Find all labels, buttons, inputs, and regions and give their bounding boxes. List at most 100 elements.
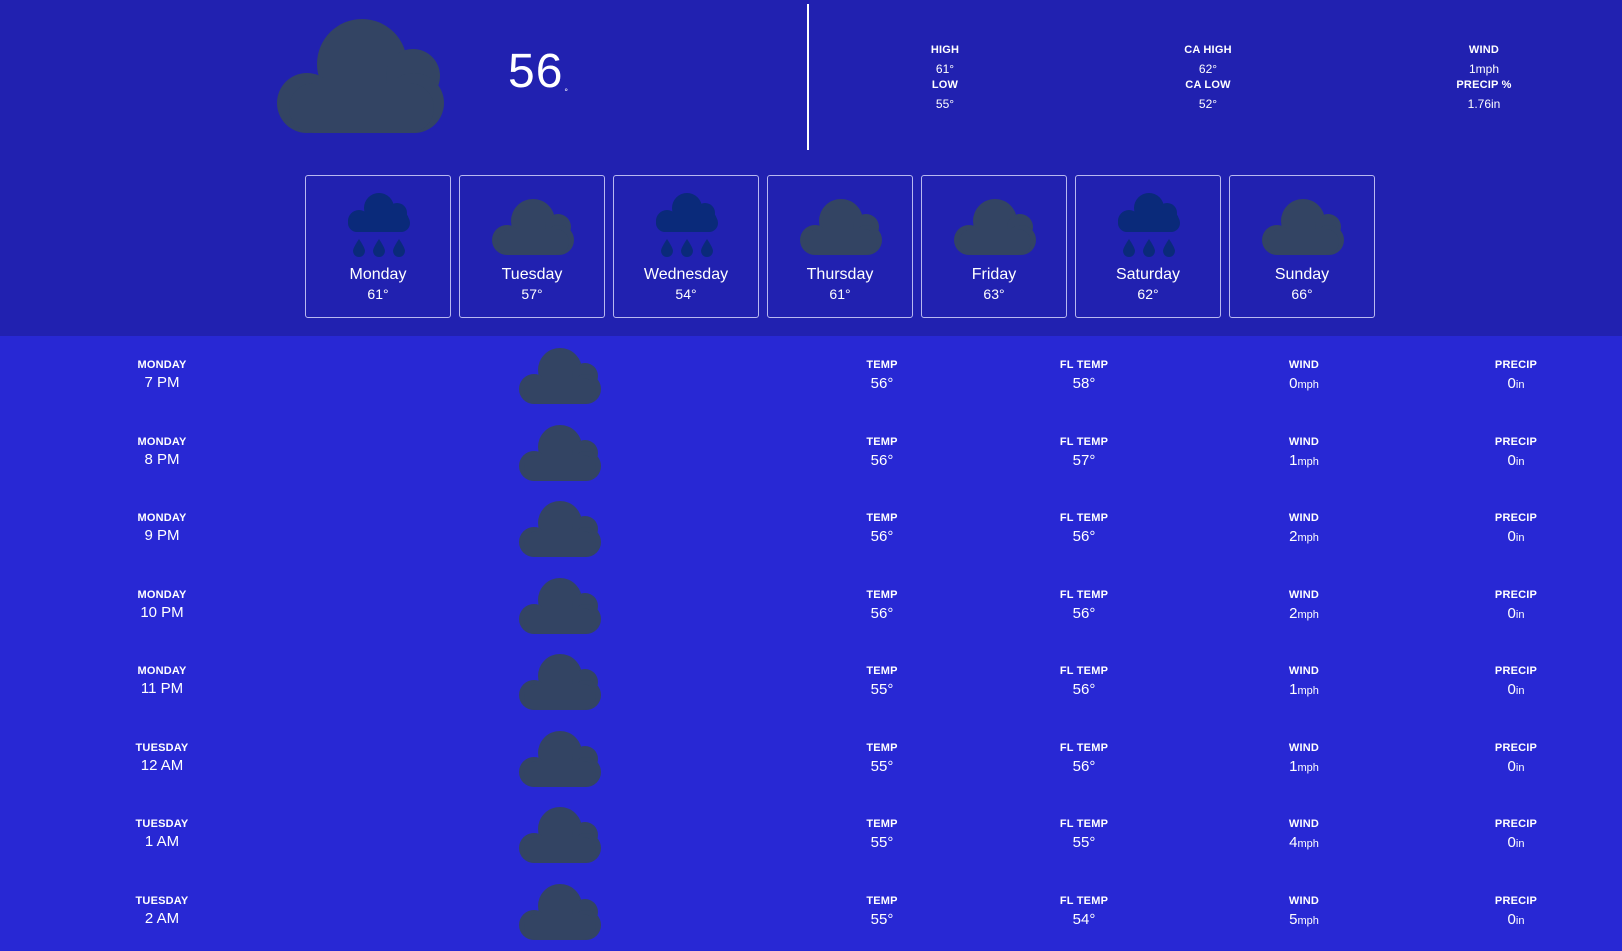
wind-label: WIND — [1288, 512, 1320, 524]
precip-value: 0 — [1507, 834, 1516, 851]
fl-temp-label: FL TEMP — [1059, 818, 1109, 830]
temp-value: 56° — [870, 604, 894, 622]
day-card-wednesday[interactable]: Wednesday 54° — [613, 175, 759, 318]
precip-label: PRECIP — [1494, 818, 1538, 830]
temp-value: 55° — [870, 834, 894, 851]
day-name: Friday — [971, 266, 1017, 283]
hour-time: TUESDAY 2 AM — [102, 895, 222, 926]
wind-unit: mph — [1297, 379, 1319, 391]
hour-wind: WIND 5mph — [1244, 894, 1364, 927]
fl-temp-label: FL TEMP — [1059, 435, 1109, 448]
hour-time: MONDAY 8 PM — [102, 436, 222, 468]
day-temperature: 57° — [521, 286, 543, 302]
cloud-icon — [277, 19, 444, 133]
hourly-row: TUESDAY 12 AM TEMP 55° FL TEMP 56° WIND 1mph PRE… — [0, 721, 1622, 798]
hour-wind: WIND 4mph — [1244, 818, 1364, 851]
hour-wind: WIND 1mph — [1244, 436, 1364, 468]
precip-label: PRECIP — [1494, 588, 1538, 601]
temp-value: 56° — [870, 451, 894, 469]
wind-unit: mph — [1297, 838, 1319, 850]
wind-label: WIND — [1288, 359, 1320, 371]
hourly-row: MONDAY 8 PM TEMP 56° FL TEMP 57° WIND 1mph PRECI… — [0, 415, 1622, 492]
precip-value: 0 — [1507, 681, 1516, 698]
day-card-sunday[interactable]: Sunday 66° — [1229, 175, 1375, 318]
temp-value: 55° — [870, 910, 894, 928]
fl-temp-value: 56° — [1072, 604, 1096, 622]
temp-label: TEMP — [866, 818, 898, 830]
precip-value: 0 — [1507, 528, 1516, 545]
day-card-saturday[interactable]: Saturday 62° — [1075, 175, 1221, 318]
hour-wind: WIND 0mph — [1244, 359, 1364, 392]
precip-unit: in — [1515, 685, 1525, 697]
high-label: HIGH — [930, 44, 960, 56]
header-divider — [807, 4, 809, 150]
precip-value: 0 — [1507, 375, 1516, 392]
hour-precip: PRECIP 0in — [1456, 741, 1576, 775]
hour-feels-like: FL TEMP 56° — [1024, 666, 1144, 698]
hour-temp: TEMP 55° — [822, 742, 942, 774]
precip-label: PRECIP % — [1456, 79, 1512, 91]
hour-temp: TEMP 56° — [822, 513, 942, 545]
high-stat: HIGH 61° — [885, 44, 1005, 76]
hour-time: MONDAY 10 PM — [102, 589, 222, 621]
wind-label: WIND — [1288, 894, 1320, 907]
day-temperature: 61° — [829, 286, 851, 302]
hour-time-value: 8 PM — [144, 450, 180, 468]
fl-temp-label: FL TEMP — [1059, 894, 1109, 907]
precip-unit: in — [1515, 761, 1525, 774]
wind-label: WIND — [1288, 588, 1320, 601]
precip-stat: PRECIP % 1.76in — [1424, 79, 1544, 111]
temp-label: TEMP — [866, 435, 898, 448]
day-card-tuesday[interactable]: Tuesday 57° — [459, 175, 605, 318]
day-card-monday[interactable]: Monday 61° — [305, 175, 451, 318]
ca-low-value: 52° — [1198, 97, 1218, 111]
fl-temp-value: 57° — [1072, 451, 1096, 469]
low-stat: LOW 55° — [885, 80, 1005, 111]
hourly-row: MONDAY 9 PM TEMP 56° FL TEMP 56° WIND 2mph PRECI… — [0, 491, 1622, 568]
hour-temp: TEMP 55° — [822, 895, 942, 928]
precip-label: PRECIP — [1494, 359, 1538, 371]
precip-unit: in — [1515, 379, 1525, 391]
temp-label: TEMP — [866, 665, 898, 677]
hour-wind: WIND 2mph — [1244, 588, 1364, 621]
fl-temp-label: FL TEMP — [1059, 741, 1109, 754]
day-temperature: 54° — [675, 286, 697, 302]
hour-temp: TEMP 55° — [822, 818, 942, 851]
current-conditions-header: 56° HIGH 61° LOW 55° CA HIGH 62° CA LOW … — [0, 0, 1622, 336]
cloud-icon — [518, 805, 602, 865]
precip-label: PRECIP — [1494, 741, 1538, 754]
low-value: 55° — [935, 97, 955, 111]
hour-precip: PRECIP 0in — [1456, 666, 1576, 698]
wind-label: WIND — [1288, 818, 1320, 830]
hourly-row: TUESDAY 2 AM TEMP 55° FL TEMP 54° WIND 5mph PREC… — [0, 874, 1622, 951]
precip-unit: in — [1515, 838, 1525, 850]
hour-precip: PRECIP 0in — [1456, 435, 1576, 469]
wind-label: WIND — [1288, 665, 1320, 677]
cloud-icon — [491, 197, 574, 267]
wind-unit: mph — [1297, 761, 1319, 774]
hour-time-value: 10 PM — [140, 603, 184, 621]
hour-time: TUESDAY 12 AM — [102, 742, 222, 774]
high-value: 61° — [935, 62, 955, 76]
hour-feels-like: FL TEMP 54° — [1024, 894, 1144, 927]
hour-time-value: 11 PM — [140, 680, 184, 697]
fl-temp-label: FL TEMP — [1059, 512, 1109, 524]
precip-label: PRECIP — [1494, 435, 1538, 448]
wind-label: WIND — [1468, 44, 1500, 56]
precip-label: PRECIP — [1494, 512, 1538, 524]
hour-temp: TEMP 56° — [822, 588, 942, 622]
wind-unit: mph — [1297, 608, 1319, 621]
cloud-icon — [518, 423, 602, 483]
hour-day: TUESDAY — [135, 818, 189, 830]
ca-high-label: CA HIGH — [1184, 44, 1232, 56]
hour-time-value: 12 AM — [140, 756, 184, 774]
precip-value: 0 — [1507, 757, 1516, 775]
precip-value: 0 — [1507, 451, 1516, 469]
fl-temp-value: 56° — [1072, 757, 1096, 775]
hour-wind: WIND 1mph — [1244, 665, 1364, 698]
day-card-thursday[interactable]: Thursday 61° — [767, 175, 913, 318]
hour-time-value: 1 AM — [144, 833, 180, 850]
day-card-friday[interactable]: Friday 63° — [921, 175, 1067, 318]
wind-unit: mph — [1297, 455, 1319, 468]
temp-label: TEMP — [866, 588, 898, 601]
